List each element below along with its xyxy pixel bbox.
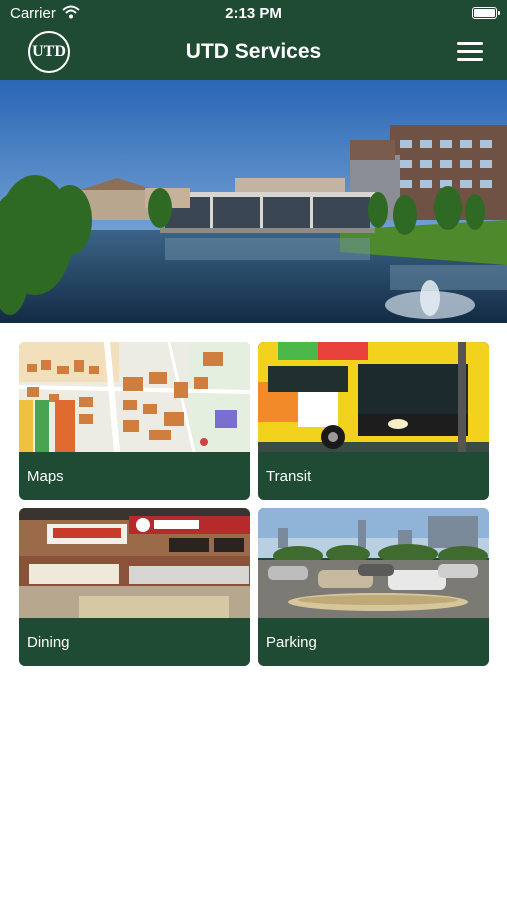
tile-parking[interactable]: Parking	[258, 508, 489, 666]
tile-label: Maps	[27, 468, 64, 485]
tile-label: Parking	[266, 634, 317, 651]
dining-thumbnail	[19, 508, 250, 618]
hero-image	[0, 80, 507, 323]
transit-thumbnail	[258, 342, 489, 452]
battery-icon	[472, 7, 500, 19]
tile-transit[interactable]: Transit	[258, 342, 489, 500]
status-bar: Carrier 2:13 PM	[0, 0, 507, 28]
tile-dining[interactable]: Dining	[19, 508, 250, 666]
tile-label: Transit	[266, 468, 312, 485]
page-title: UTD Services	[185, 40, 322, 63]
nav-bar: Carrier 2:13 PM UTD UTD Services	[0, 0, 507, 80]
maps-thumbnail	[19, 342, 250, 452]
tile-label: Dining	[27, 634, 70, 651]
parking-thumbnail	[258, 508, 489, 618]
hamburger-menu-icon[interactable]	[457, 42, 483, 62]
tile-maps[interactable]: Maps	[19, 342, 250, 500]
status-time: 2:13 PM	[225, 5, 282, 22]
